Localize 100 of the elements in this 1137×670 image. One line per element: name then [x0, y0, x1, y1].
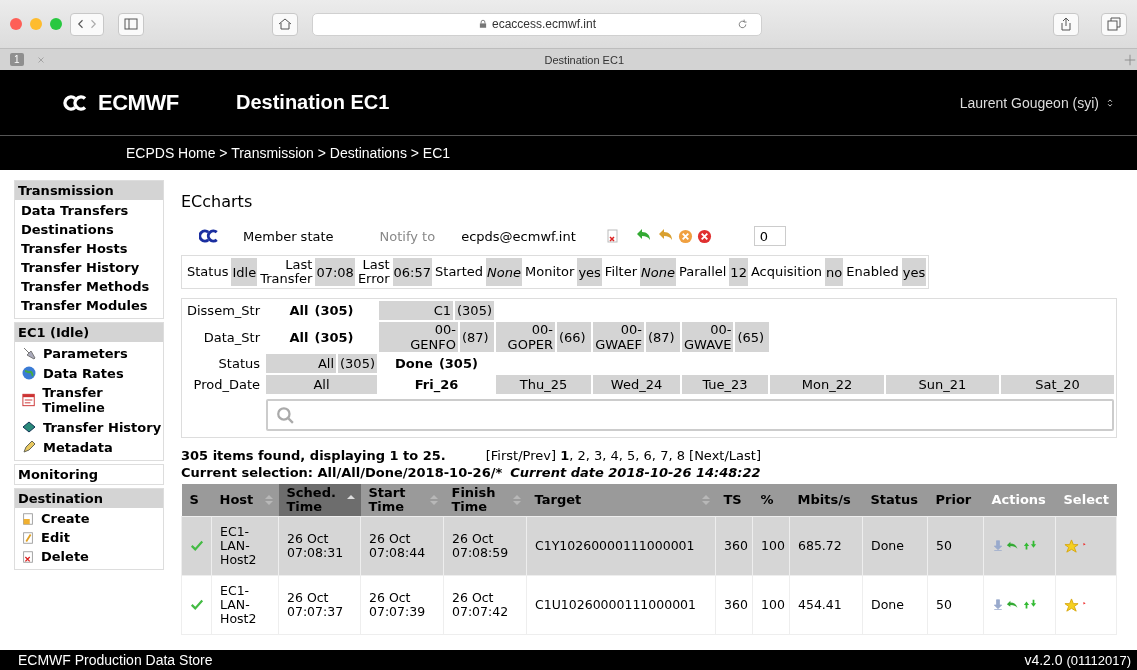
filter-label: Prod_Date: [192, 377, 261, 392]
column-header[interactable]: S: [181, 484, 212, 517]
table-cell: Done: [862, 575, 928, 635]
filter-option[interactable]: Sun_21: [886, 375, 999, 394]
lock-icon: [477, 19, 488, 29]
cancel-icon: [696, 228, 712, 244]
filter-option[interactable]: Tue_23: [682, 375, 768, 394]
status-value: 06:57: [392, 258, 433, 286]
sort-ascending-icon: [346, 494, 355, 499]
back-button[interactable]: [70, 12, 104, 36]
priority-arrows-icon: [1022, 539, 1038, 553]
status-value: 12: [729, 258, 748, 286]
current-date: Current date 2018-10-26 14:48:22: [510, 465, 761, 480]
column-header[interactable]: Host: [211, 484, 279, 517]
filter-option[interactable]: Thu_25: [496, 375, 591, 394]
status-value: yes: [577, 258, 602, 286]
breadcrumb[interactable]: ECPDS Home > Transmission > Destinations > EC1: [126, 145, 451, 161]
new-tab-icon: [1123, 52, 1137, 67]
tab-title[interactable]: Destination EC1: [45, 53, 1123, 66]
column-header[interactable]: TS: [715, 484, 753, 517]
minimize-window-button[interactable]: [30, 18, 42, 30]
filter-label: Data_Str: [202, 329, 261, 345]
status-label: Monitor: [523, 263, 576, 281]
sidebar-link[interactable]: Data Rates: [21, 363, 163, 383]
sidebar-link[interactable]: Parameters: [21, 343, 163, 363]
tab-count: 1: [10, 53, 24, 66]
count-field[interactable]: 0: [753, 226, 786, 246]
result-summary: 305 items found, displaying 1 to 25.: [181, 448, 446, 463]
sidebar-link[interactable]: Edit: [21, 528, 163, 547]
filter-option[interactable]: All: [266, 375, 377, 394]
filter-option[interactable]: Fri_26: [379, 375, 494, 394]
column-header[interactable]: Finish Time: [443, 484, 527, 517]
section-heading[interactable]: Transmission: [15, 181, 163, 200]
column-header[interactable]: Start Time: [360, 484, 444, 517]
sidebar-link[interactable]: Transfer Methods: [21, 277, 163, 296]
sidebar-link[interactable]: Create: [21, 509, 163, 528]
delete-file-icon: [21, 549, 35, 564]
sidebar-link[interactable]: Data Transfers: [21, 201, 163, 220]
status-label: Status: [186, 263, 230, 281]
table-cell: 360: [715, 575, 753, 635]
column-header[interactable]: Target: [526, 484, 716, 517]
column-header[interactable]: Mbits/s: [789, 484, 863, 517]
table-cell: 26 Oct 07:08:31: [278, 516, 361, 576]
sidebar-icon: [123, 16, 139, 32]
table-cell: C1Y10260000111000001: [526, 516, 716, 576]
table-cell: EC1-LAN-Host2: [211, 516, 279, 576]
notify-label: Notify to: [379, 228, 436, 244]
zoom-window-button[interactable]: [50, 18, 62, 30]
filter-option[interactable]: All (305): [266, 322, 377, 352]
tabs-icon: [1106, 16, 1122, 32]
sidebar-button[interactable]: [118, 12, 144, 36]
table-cell: EC1-LAN-Host2: [211, 575, 279, 635]
status-value: None: [486, 258, 522, 286]
user-menu[interactable]: Laurent Gougeon (syi): [953, 93, 1121, 112]
sidebar-link[interactable]: Transfer Timeline: [21, 383, 163, 417]
share-button[interactable]: [1053, 12, 1079, 36]
sidebar-link[interactable]: Metadata: [21, 437, 163, 457]
sidebar-link[interactable]: Transfer History: [21, 417, 163, 437]
home-icon: [277, 16, 293, 32]
home-button[interactable]: [272, 12, 298, 36]
pagination[interactable]: [First/Prev] 1, 2, 3, 4, 5, 6, 7, 8 [Next/Last]: [485, 448, 761, 463]
close-window-button[interactable]: [10, 18, 22, 30]
current-selection: Current selection: All/All/Done/2018-10-26/*: [181, 465, 503, 480]
column-header[interactable]: %: [752, 484, 790, 517]
filter-option[interactable]: Sat_20: [1001, 375, 1114, 394]
status-label: Acquisition: [749, 263, 824, 281]
status-label: Started: [434, 263, 485, 281]
sidebar-link[interactable]: Transfer Hosts: [21, 239, 163, 258]
table-cell: 26 Oct 07:07:42: [443, 575, 527, 635]
filter-option[interactable]: All (305): [266, 301, 377, 320]
select-caret-icon: [1105, 96, 1115, 109]
pen-icon: [21, 439, 37, 455]
filter-option[interactable]: Mon_22: [770, 375, 884, 394]
table-cell: 26 Oct 07:08:44: [360, 516, 444, 576]
section-heading[interactable]: EC1 (Idle): [15, 323, 163, 342]
tabs-button[interactable]: [1101, 12, 1127, 36]
column-header[interactable]: Status: [862, 484, 928, 517]
filter-option[interactable]: Wed_24: [593, 375, 680, 394]
version: v4.2.0 (01112017): [1024, 652, 1131, 668]
section-heading[interactable]: Destination: [15, 489, 163, 508]
destination-name: ECcharts: [181, 192, 254, 211]
search-field[interactable]: [266, 399, 1114, 431]
sidebar-link[interactable]: Delete: [21, 547, 163, 566]
table-cell: 100: [752, 575, 790, 635]
status-label: Enabled: [845, 263, 900, 281]
column-header[interactable]: Prior: [927, 484, 984, 517]
sidebar-link[interactable]: Transfer History: [21, 258, 163, 277]
sidebar-link[interactable]: Transfer Modules: [21, 296, 163, 315]
status-value: yes: [901, 258, 927, 286]
sort-icon: [512, 494, 521, 506]
edit-file-icon: [21, 530, 35, 545]
table-cell: 50: [927, 575, 984, 635]
sidebar-link[interactable]: Destinations: [21, 220, 163, 239]
filter-label: Status: [217, 356, 261, 371]
notify-email: ecpds@ecmwf.int: [461, 228, 576, 244]
filter-option[interactable]: Done (305): [379, 354, 494, 373]
address-bar[interactable]: ecaccess.ecmwf.int: [312, 12, 762, 36]
status-value: 07:08: [315, 258, 355, 286]
column-header[interactable]: Sched. Time: [278, 484, 361, 517]
table-cell: 685.72: [789, 516, 863, 576]
